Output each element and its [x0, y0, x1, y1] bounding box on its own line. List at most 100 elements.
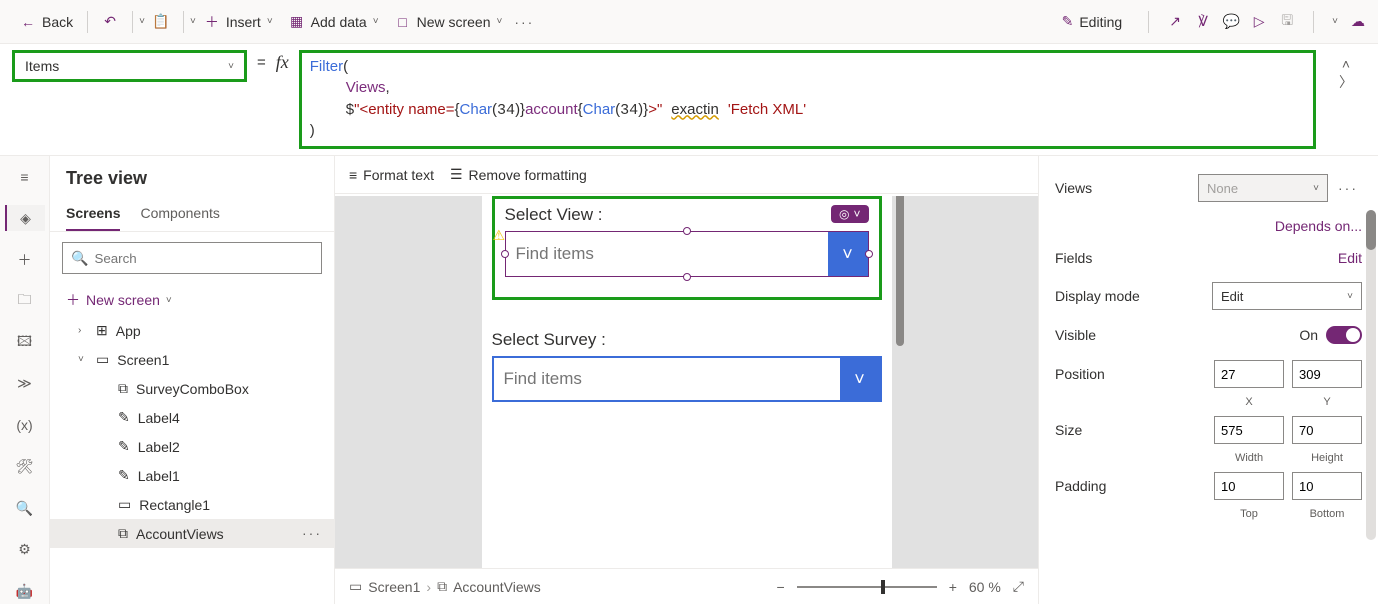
remove-formatting-label: Remove formatting — [469, 167, 587, 183]
collapse-icon[interactable]: ˄ — [1342, 56, 1350, 72]
fields-edit-link[interactable]: Edit — [1338, 250, 1362, 266]
formula-editor[interactable]: Filter( Views, $"<entity name={Char(34)}… — [299, 50, 1316, 149]
accountviews-combobox[interactable]: ˅ — [505, 231, 869, 277]
label-icon: ✎ — [118, 438, 130, 455]
play-icon[interactable]: ▷ — [1251, 14, 1267, 30]
add-data-button[interactable]: ▦ Add data ˅ — [281, 10, 387, 34]
combobox-input[interactable] — [506, 232, 828, 276]
position-y-input[interactable] — [1292, 360, 1362, 388]
rail-tools-icon[interactable]: 🛠 — [5, 454, 45, 479]
dropdown-toggle[interactable]: ˅ — [828, 232, 868, 276]
select-survey-group: Select Survey : ˅ — [492, 330, 882, 402]
depends-on-link[interactable]: Depends on... — [1275, 218, 1362, 234]
format-text-button[interactable]: ≡ Format text — [349, 167, 434, 183]
tree-panel: Tree view Screens Components 🔍 ＋ New scr… — [50, 156, 335, 604]
save-dropdown-icon[interactable]: ˅ — [1332, 16, 1338, 27]
tree-title: Tree view — [50, 156, 334, 197]
chevron-down-icon: ˅ — [1347, 291, 1353, 302]
publish-icon[interactable]: ☁ — [1350, 14, 1366, 30]
visible-toggle[interactable] — [1326, 326, 1362, 344]
chevron-down-icon: ˅ — [842, 244, 853, 265]
rail-hamburger-icon[interactable]: ≡ — [5, 164, 45, 189]
rail-search-icon[interactable]: 🔍 — [5, 496, 45, 521]
caret-right-icon: › — [78, 325, 88, 336]
tree-new-screen-button[interactable]: ＋ New screen ˅ — [50, 284, 334, 316]
tree-item-label1[interactable]: ✎ Label1 — [50, 461, 334, 490]
rail-flow-icon[interactable]: ≫ — [5, 371, 45, 396]
combobox-input[interactable] — [494, 358, 840, 400]
tree-item-label2[interactable]: ✎ Label2 — [50, 432, 334, 461]
tree-item-label4[interactable]: ✎ Label4 — [50, 403, 334, 432]
comment-icon[interactable]: 💬 — [1223, 14, 1239, 30]
page-scrollbar[interactable] — [1366, 210, 1376, 540]
prop-display-mode-dropdown[interactable]: Edit ˅ — [1212, 282, 1362, 310]
rail-variables-icon[interactable]: (x) — [5, 413, 45, 438]
size-w-input[interactable] — [1214, 416, 1284, 444]
canvas-surface[interactable]: ⚠ Select View : ◎˅ ˅ Select Survey : — [335, 196, 1038, 568]
fullscreen-icon[interactable]: ⤢ — [1013, 578, 1024, 595]
save-icon[interactable]: 🖫 — [1279, 14, 1295, 30]
remove-formatting-button[interactable]: ☰ Remove formatting — [450, 166, 587, 183]
rail-tree-icon[interactable]: ◈ — [5, 205, 45, 230]
tree-item-screen1[interactable]: ˅ ▭ Screen1 — [50, 345, 334, 374]
fx-icon: fx — [276, 50, 289, 73]
chevron-down-icon: ˅ — [267, 16, 273, 27]
tab-components[interactable]: Components — [140, 197, 219, 231]
position-x-input[interactable] — [1214, 360, 1284, 388]
share-icon[interactable]: ↗ — [1167, 14, 1183, 30]
checker-icon[interactable]: ℣ — [1195, 14, 1211, 30]
zoom-out-button[interactable]: − — [777, 579, 785, 595]
crumb-control[interactable]: AccountViews — [453, 579, 541, 595]
undo-button[interactable]: ↶ — [94, 10, 126, 34]
insert-button[interactable]: ＋ Insert ˅ — [196, 10, 281, 34]
copilot-button[interactable]: ◎˅ — [831, 205, 869, 223]
rail-virtual-agent-icon[interactable]: 🤖 — [5, 579, 45, 604]
paste-button[interactable]: 📋 — [145, 10, 177, 34]
tree-search[interactable]: 🔍 — [62, 242, 322, 274]
padding-bottom-input[interactable] — [1292, 472, 1362, 500]
tree-item-accountviews[interactable]: ⧉ AccountViews ··· — [50, 519, 334, 548]
canvas-scrollbar[interactable] — [896, 196, 904, 346]
rail-settings-icon[interactable]: ⚙ — [5, 537, 45, 562]
formula-bar: Items ˅ = fx Filter( Views, $"<entity na… — [0, 44, 1378, 156]
left-rail: ≡ ◈ ＋ 🗀 🖾 ≫ (x) 🛠 🔍 ⚙ 🤖 — [0, 156, 50, 604]
chevron-down-icon: ˅ — [228, 61, 234, 72]
back-button[interactable]: ← Back — [12, 10, 81, 34]
expand-result-icon[interactable]: 〉 — [1339, 72, 1353, 92]
padding-top-input[interactable] — [1214, 472, 1284, 500]
size-h-input[interactable] — [1292, 416, 1362, 444]
combobox-icon: ⧉ — [437, 578, 447, 595]
combobox-icon: ⧉ — [118, 380, 128, 397]
tree-item-app[interactable]: › ⊞ App — [50, 316, 334, 345]
prop-views-dropdown[interactable]: None ˅ — [1198, 174, 1328, 202]
dropdown-toggle[interactable]: ˅ — [840, 358, 880, 400]
editing-mode-button[interactable]: ✎ Editing — [1054, 9, 1131, 34]
tree-item-surveycombobox[interactable]: ⧉ SurveyComboBox — [50, 374, 334, 403]
views-more-icon[interactable]: ··· — [1334, 180, 1362, 196]
rail-data-icon[interactable]: 🗀 — [5, 288, 45, 313]
back-label: Back — [42, 14, 73, 30]
rail-media-icon[interactable]: 🖾 — [5, 330, 45, 355]
tree-item-rectangle1[interactable]: ▭ Rectangle1 — [50, 490, 334, 519]
more-icon[interactable]: ··· — [302, 525, 322, 541]
zoom-slider[interactable] — [797, 586, 937, 588]
warning-icon[interactable]: ⚠ — [493, 227, 506, 244]
sub-width: Width — [1214, 452, 1284, 464]
zoom-in-button[interactable]: + — [949, 579, 957, 595]
tree-label: Label2 — [138, 439, 180, 455]
property-dropdown[interactable]: Items ˅ — [12, 50, 247, 82]
rail-insert-icon[interactable]: ＋ — [5, 247, 45, 272]
tree-label: AccountViews — [136, 526, 224, 542]
pencil-icon: ✎ — [1062, 13, 1074, 30]
label-icon: ✎ — [118, 467, 130, 484]
crumb-screen[interactable]: Screen1 — [368, 579, 420, 595]
tree-label: Label1 — [138, 468, 180, 484]
phone-screen: ⚠ Select View : ◎˅ ˅ Select Survey : — [482, 196, 892, 568]
toolbar-overflow-button[interactable]: ··· — [510, 14, 538, 30]
new-screen-button[interactable]: □ New screen ˅ — [387, 10, 511, 34]
zoom-value: 60 % — [969, 579, 1001, 595]
search-input[interactable] — [94, 251, 313, 266]
select-view-label: Select View : — [505, 205, 869, 225]
survey-combobox[interactable]: ˅ — [492, 356, 882, 402]
tab-screens[interactable]: Screens — [66, 197, 120, 231]
